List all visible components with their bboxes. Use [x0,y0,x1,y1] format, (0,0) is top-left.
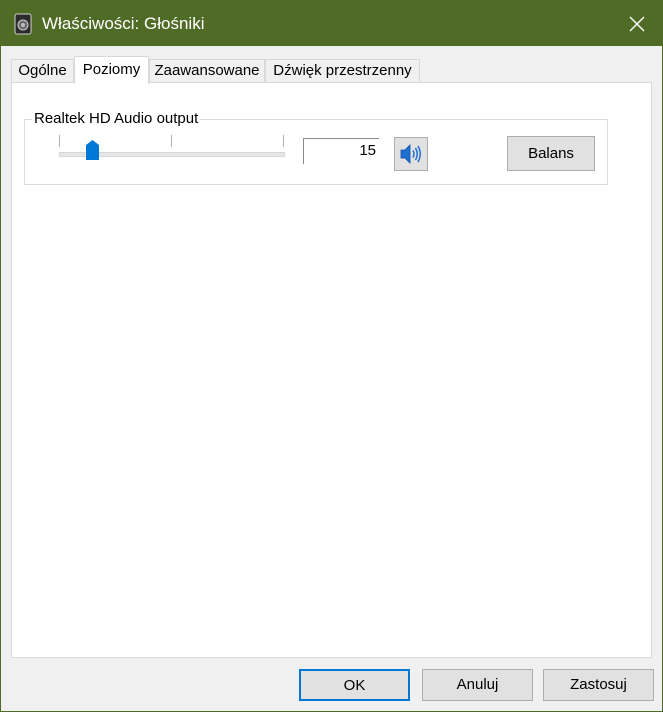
volume-slider[interactable] [57,134,287,160]
tab-spatial-sound[interactable]: Dźwięk przestrzenny [265,59,420,83]
levels-panel: Realtek HD Audio output 15 Balans [11,82,652,658]
tab-advanced[interactable]: Zaawansowane [149,59,265,83]
tab-strip: Ogólne Poziomy Zaawansowane Dźwięk przes… [11,56,652,84]
slider-thumb[interactable] [86,140,99,160]
properties-dialog: Właściwości: Głośniki Ogólne Poziomy Zaa… [0,0,663,712]
cancel-button[interactable]: Anuluj [422,669,533,701]
device-label: Realtek HD Audio output [32,110,201,128]
window-title: Właściwości: Głośniki [42,14,205,33]
close-button[interactable] [616,7,658,41]
device-group: Realtek HD Audio output 15 Balans [24,110,608,185]
tab-levels[interactable]: Poziomy [74,56,149,84]
title-bar[interactable]: Właściwości: Głośniki [1,1,662,46]
speaker-volume-icon [400,144,421,164]
slider-tick [283,135,284,147]
slider-tick [171,135,172,147]
ok-button[interactable]: OK [299,669,410,701]
slider-tick [59,135,60,147]
balance-button[interactable]: Balans [507,136,595,171]
tab-general[interactable]: Ogólne [11,59,74,83]
mute-button[interactable] [394,137,428,171]
volume-value-field[interactable]: 15 [303,138,379,164]
speaker-app-icon [14,13,32,35]
apply-button[interactable]: Zastosuj [543,669,654,701]
close-icon [629,16,645,32]
